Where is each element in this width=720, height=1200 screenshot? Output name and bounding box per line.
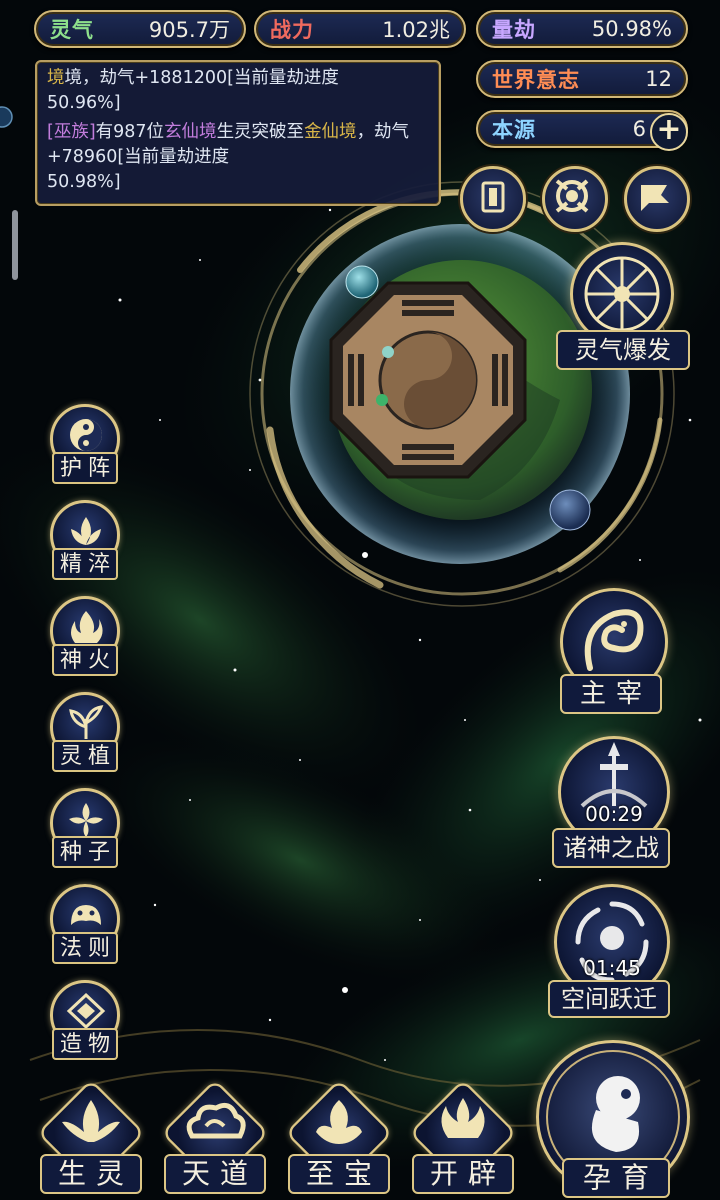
stat-benyuan-label: 本源 xyxy=(492,118,536,142)
vortex-icon xyxy=(555,179,589,213)
bottom-item-treasure[interactable]: 至宝 xyxy=(284,1078,394,1196)
nurture-button[interactable]: 孕育 xyxy=(532,1040,692,1198)
side-item-label: 精淬 xyxy=(52,548,118,580)
log-entry-1-realm: 境 xyxy=(47,68,65,88)
log-entry-2-count: 有987位 xyxy=(95,122,165,142)
stat-benyuan-value: 6 xyxy=(632,117,646,141)
stat-zhanli-label: 战力 xyxy=(270,18,314,42)
stat-lingqi-label: 灵气 xyxy=(50,18,94,42)
side-item-divine-fire[interactable]: 神火 xyxy=(46,596,130,692)
scroll-handle[interactable] xyxy=(12,210,18,280)
spirit-burst-label: 灵气爆发 xyxy=(556,330,690,370)
lord-button[interactable]: 主宰 xyxy=(548,588,672,722)
swirl-button[interactable] xyxy=(542,166,608,232)
side-item-label: 灵植 xyxy=(52,740,118,772)
stat-lingqi: 灵气 905.7万 xyxy=(34,10,246,48)
gods-war-label: 诸神之战 xyxy=(552,828,670,868)
edge-bubble-icon xyxy=(0,106,13,128)
treasure-icon xyxy=(316,1100,362,1144)
stat-liangjie: 量劫 50.98% xyxy=(476,10,688,48)
log-entry-2-realm-from: 玄仙境 xyxy=(164,122,217,142)
bottom-item-heaven[interactable]: 天道 xyxy=(160,1078,270,1196)
lord-label: 主宰 xyxy=(560,674,662,714)
banner-icon xyxy=(641,185,669,211)
spirit-burst-button[interactable]: 灵气爆发 xyxy=(556,242,690,374)
space-jump-label: 空间跃迁 xyxy=(548,980,670,1018)
bottom-item-label: 开辟 xyxy=(412,1154,514,1194)
side-item-seed[interactable]: 种子 xyxy=(46,788,130,884)
bottom-item-open-world[interactable]: 开辟 xyxy=(408,1078,518,1196)
side-item-creation[interactable]: 造物 xyxy=(46,980,130,1076)
side-item-label: 神火 xyxy=(52,644,118,676)
side-item-label: 造物 xyxy=(52,1028,118,1060)
stat-world-will-label: 世界意志 xyxy=(492,68,580,92)
nurture-label: 孕育 xyxy=(562,1158,670,1198)
flag-button[interactable] xyxy=(624,166,690,232)
side-item-law[interactable]: 法则 xyxy=(46,884,130,980)
log-entry: [巫族]有987位玄仙境生灵突破至金仙境，劫气+78960[当前量劫进度 50.… xyxy=(47,120,429,195)
add-benyuan-button[interactable]: + xyxy=(650,113,688,151)
log-entry-2-race: [巫族] xyxy=(47,122,96,142)
event-log[interactable]: 境境，劫气+1881200[当前量劫进度 50.96%] [巫族]有987位玄仙… xyxy=(35,60,441,206)
space-jump-button[interactable]: 01:45 空间跃迁 xyxy=(546,884,672,1018)
stat-zhanli: 战力 1.02兆 xyxy=(254,10,466,48)
bottom-item-label: 生灵 xyxy=(40,1154,142,1194)
gods-war-button[interactable]: 00:29 诸神之战 xyxy=(548,736,672,870)
cloud-icon xyxy=(186,1102,246,1139)
side-item-label: 法则 xyxy=(52,932,118,964)
stat-benyuan: 本源 6 + xyxy=(476,110,688,151)
stat-zhanli-value: 1.02兆 xyxy=(382,18,450,42)
gods-war-timer: 00:29 xyxy=(585,802,643,826)
log-entry-2-realm-to: 金仙境 xyxy=(304,122,357,142)
side-item-label: 种子 xyxy=(52,836,118,868)
log-entry-2-progress: 50.98%] xyxy=(47,172,121,192)
stat-lingqi-value: 905.7万 xyxy=(148,18,230,42)
side-item-refine[interactable]: 精淬 xyxy=(46,500,130,596)
stat-world-will: 世界意志 12 xyxy=(476,60,688,98)
card-icon xyxy=(481,181,505,213)
side-item-array[interactable]: 护阵 xyxy=(46,404,130,500)
log-entry-2-verb: 生灵突破至 xyxy=(216,122,305,142)
axe-flame-icon xyxy=(441,1098,485,1138)
stat-liangjie-label: 量劫 xyxy=(492,18,536,42)
log-entry: 境境，劫气+1881200[当前量劫进度 50.96%] xyxy=(47,66,429,116)
phoenix-icon xyxy=(62,1100,120,1142)
bottom-item-creatures[interactable]: 生灵 xyxy=(36,1078,146,1196)
log-entry-1-progress: 50.96%] xyxy=(47,93,121,113)
bottom-item-label: 至宝 xyxy=(288,1154,390,1194)
bottom-item-label: 天道 xyxy=(164,1154,266,1194)
stat-liangjie-value: 50.98% xyxy=(591,17,672,41)
card-button[interactable] xyxy=(460,166,526,232)
space-jump-timer: 01:45 xyxy=(583,956,641,980)
log-entry-1-text: 境，劫气+1881200[当前量劫进度 xyxy=(64,68,339,88)
stat-world-will-value: 12 xyxy=(645,67,672,91)
side-item-label: 护阵 xyxy=(52,452,118,484)
side-item-spirit-plant[interactable]: 灵植 xyxy=(46,692,130,788)
